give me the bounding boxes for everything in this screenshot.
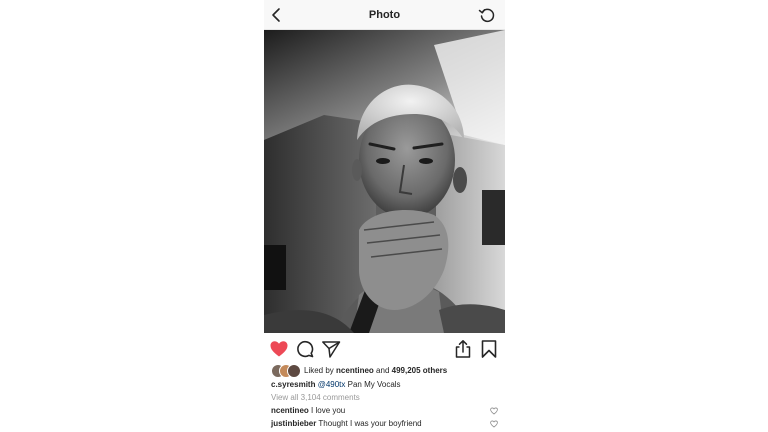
heart-outline-icon[interactable] — [490, 407, 498, 415]
comment-row: justinbieber Thought I was your boyfrien… — [271, 417, 498, 430]
caption-username[interactable]: c.syresmith — [271, 380, 315, 389]
view-all-comments-link[interactable]: View all 3,104 comments — [271, 391, 360, 404]
post-screen: Photo Liked by ncentineo and 499,205 oth… — [264, 0, 505, 432]
heart-filled-icon[interactable] — [269, 339, 289, 359]
caption-text: Pan My Vocals — [347, 380, 401, 389]
post-caption: c.syresmith @490tx Pan My Vocals — [271, 378, 401, 391]
liker-username[interactable]: ncentineo — [336, 366, 374, 375]
likes-middle: and — [376, 366, 390, 375]
likes-count[interactable]: 499,205 others — [392, 366, 448, 375]
caption-mention[interactable]: @490tx — [318, 380, 346, 389]
refresh-icon[interactable] — [478, 6, 496, 24]
paper-plane-icon[interactable] — [321, 339, 341, 359]
top-bar: Photo — [264, 0, 505, 30]
liker-avatars[interactable] — [271, 364, 301, 378]
comment-text: I love you — [311, 406, 346, 415]
photo-image — [264, 30, 505, 333]
likes-text: Liked by ncentineo and 499,205 others — [304, 364, 447, 377]
heart-outline-icon[interactable] — [490, 420, 498, 428]
likes-summary: Liked by ncentineo and 499,205 others — [271, 364, 501, 378]
likes-prefix: Liked by — [304, 366, 334, 375]
post-photo[interactable] — [264, 30, 505, 333]
upload-icon[interactable] — [453, 339, 473, 359]
comment-icon[interactable] — [295, 339, 315, 359]
comment-username[interactable]: justinbieber — [271, 419, 316, 428]
page-title: Photo — [368, 9, 401, 21]
comment-text: Thought I was your boyfriend — [318, 419, 422, 428]
avatar — [287, 364, 301, 378]
comment-row: ncentineo I love you — [271, 404, 498, 417]
action-bar — [264, 338, 505, 360]
comment-username[interactable]: ncentineo — [271, 406, 309, 415]
bookmark-icon[interactable] — [479, 339, 499, 359]
